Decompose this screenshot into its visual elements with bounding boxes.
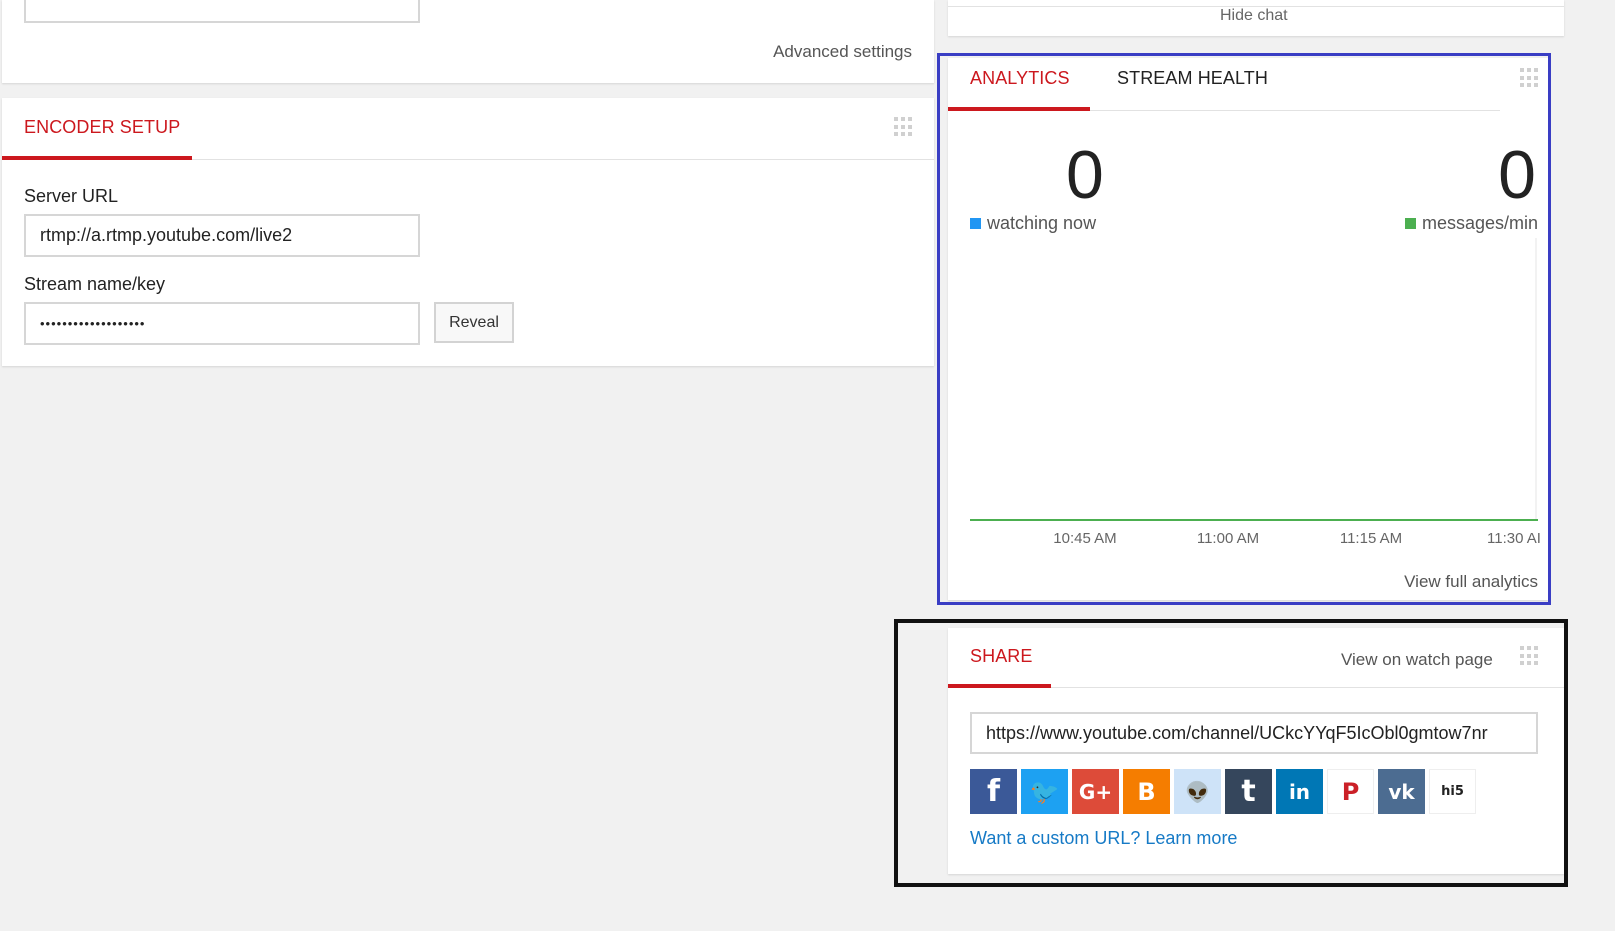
hide-chat-button[interactable]: Hide chat: [1220, 7, 1288, 25]
analytics-highlight-box: [937, 53, 1551, 605]
server-url-label: Server URL: [24, 186, 119, 206]
reveal-button[interactable]: Reveal: [434, 302, 514, 343]
tab-encoder-setup[interactable]: ENCODER SETUP: [24, 117, 180, 138]
encoder-setup-card: ENCODER SETUP Server URL rtmp://a.rtmp.y…: [2, 98, 934, 366]
chat-card: Hide chat: [948, 0, 1564, 36]
stream-key-label: Stream name/key: [24, 274, 166, 294]
stream-settings-card: Advanced settings: [2, 0, 934, 83]
drag-handle-icon[interactable]: [894, 117, 914, 137]
advanced-settings-link[interactable]: Advanced settings: [773, 42, 912, 62]
stream-key-field[interactable]: •••••••••••••••••••: [24, 302, 420, 345]
encoder-tab-underline: [2, 156, 192, 160]
server-url-field[interactable]: rtmp://a.rtmp.youtube.com/live2: [24, 214, 420, 257]
share-highlight-box: [894, 619, 1568, 887]
previous-field[interactable]: [24, 0, 420, 23]
encoder-tab-divider: [192, 159, 934, 160]
